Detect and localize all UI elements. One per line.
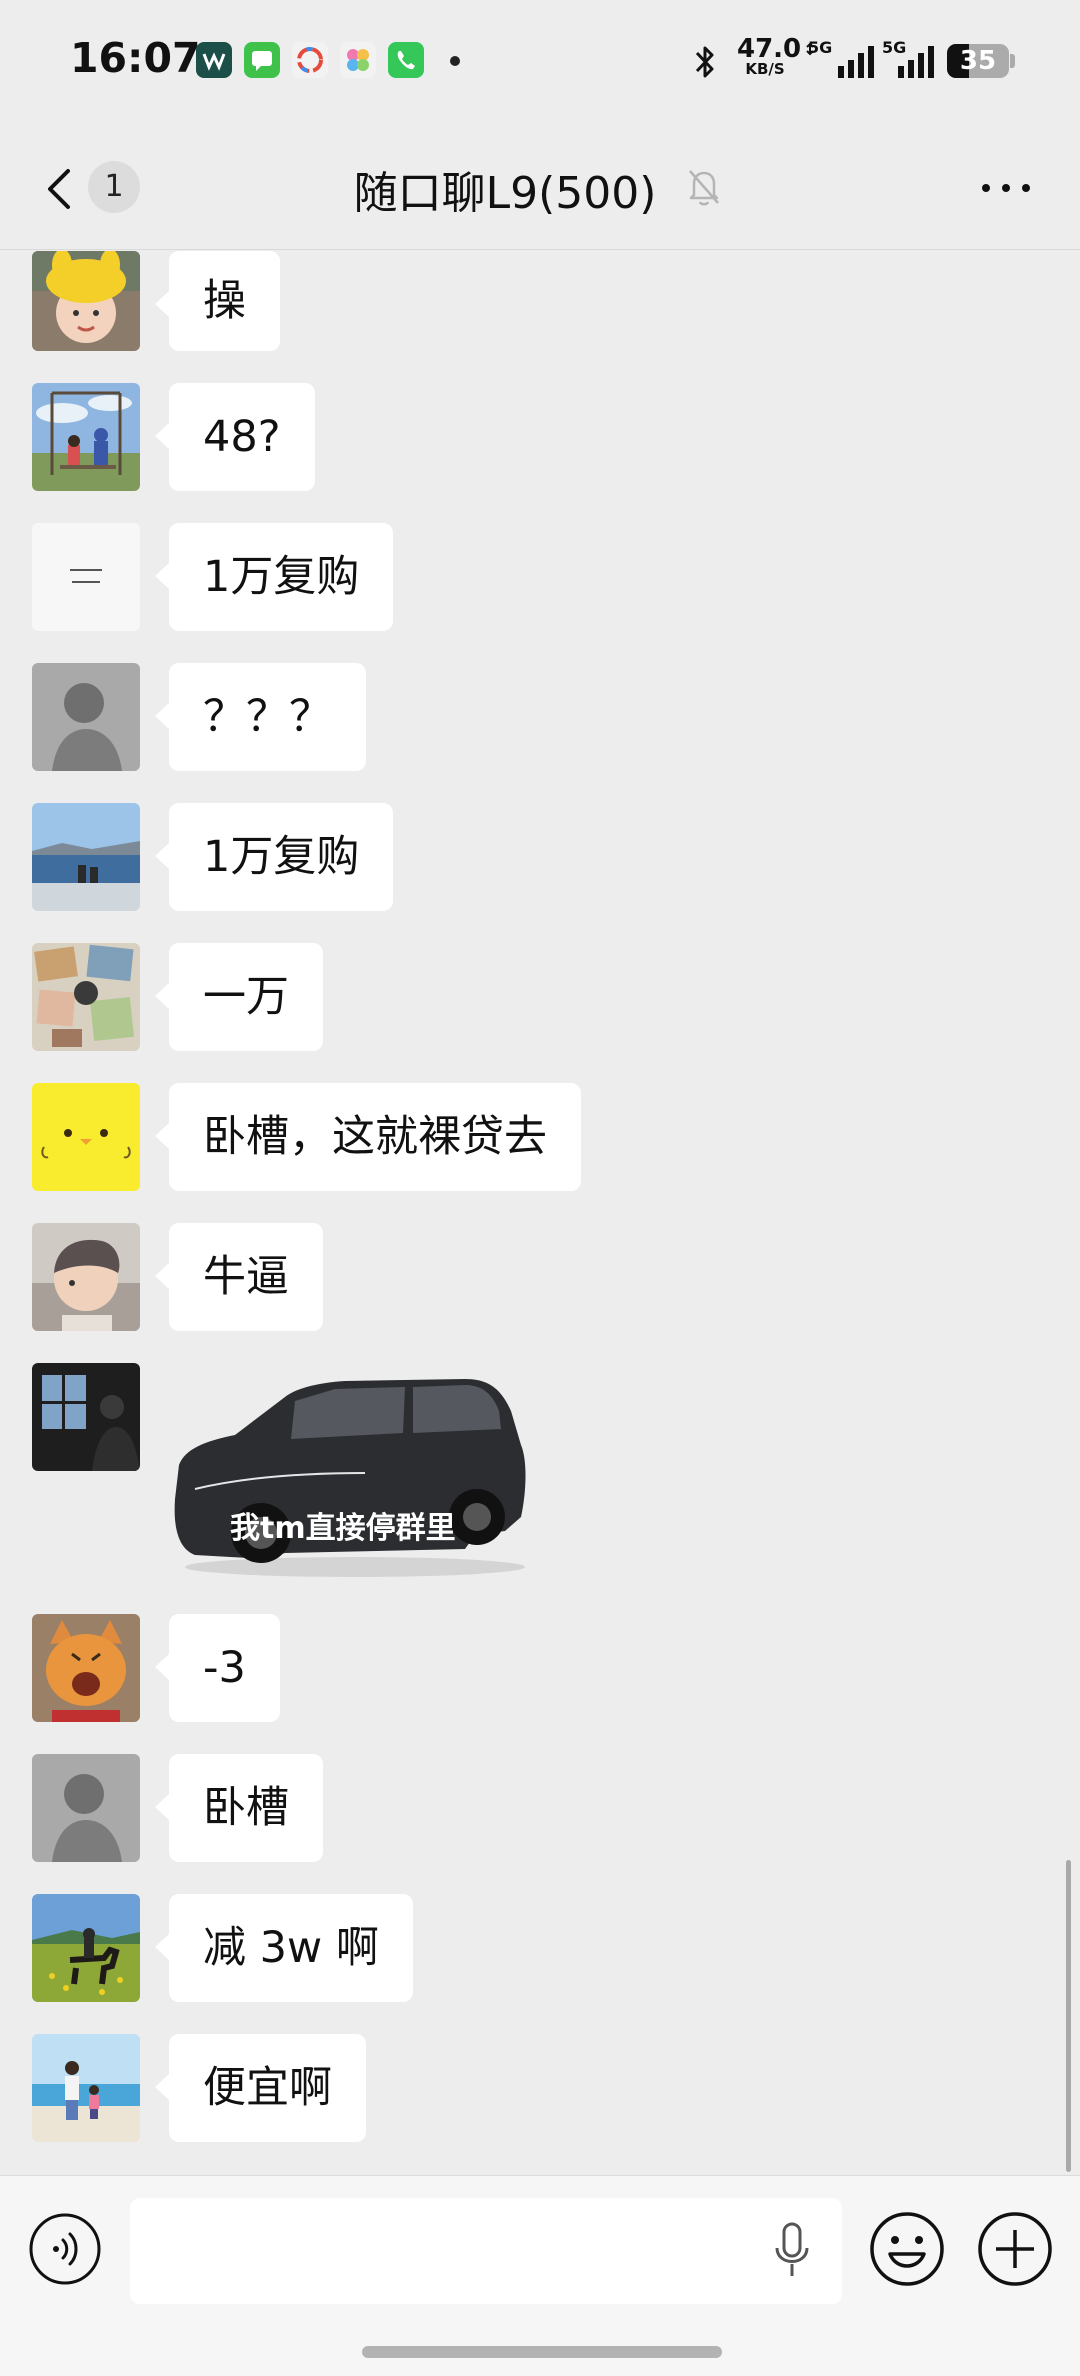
- chat-input-bar: [0, 2175, 1080, 2376]
- avatar-orange-cat[interactable]: [32, 1614, 140, 1722]
- gallery-icon: [340, 42, 376, 78]
- add-attachment-icon[interactable]: [976, 2210, 1054, 2288]
- battery-cap: [1010, 54, 1015, 68]
- net-speed: 47.0 KB/S: [737, 34, 802, 78]
- bluetooth-icon: [695, 46, 714, 78]
- battery-level: 35: [959, 46, 997, 76]
- mute-bell-icon: [689, 170, 719, 206]
- message-bubble[interactable]: 卧槽，这就裸贷去: [155, 1083, 581, 1191]
- sticker-caption: 我tm直接停群里: [230, 1511, 456, 1546]
- status-bar: 16:07 47.0 KB/S 5G 5G 35: [0, 0, 1080, 125]
- message-bubble[interactable]: 牛逼: [155, 1223, 323, 1331]
- signal-2-icon: [898, 46, 934, 78]
- message-bubble[interactable]: 1万复购: [154, 523, 394, 631]
- net-speed-value: 47.0: [737, 34, 802, 64]
- avatar-gray-portrait[interactable]: [32, 1754, 140, 1862]
- avatar-gray-portrait[interactable]: [32, 663, 140, 771]
- message-bubble[interactable]: 减 3w 啊: [155, 1894, 413, 2002]
- message-bubble[interactable]: 便宜啊: [155, 2034, 366, 2142]
- avatar-lake-view[interactable]: [32, 803, 140, 911]
- message-bubble[interactable]: 48?: [155, 383, 315, 491]
- avatar-collage[interactable]: [32, 943, 140, 1051]
- avatar-yellow-hat-child[interactable]: [32, 251, 140, 351]
- message-bubble[interactable]: 操: [155, 251, 280, 351]
- message-list[interactable]: 操 48? 1万复购 ？？？ 1万复购 一万 卧槽，这就裸贷去 牛逼 我tm直接…: [0, 251, 1080, 2175]
- net-speed-unit: KB/S: [745, 60, 785, 78]
- avatar-swing-sky[interactable]: [32, 383, 140, 491]
- message-bubble[interactable]: 卧槽: [155, 1754, 323, 1862]
- avatar-white-text[interactable]: [32, 523, 140, 631]
- home-indicator[interactable]: [362, 2346, 722, 2358]
- voice-input-icon[interactable]: [28, 2212, 102, 2286]
- message-bubble[interactable]: -3: [155, 1614, 280, 1722]
- message-bubble[interactable]: ？？？: [155, 663, 366, 771]
- status-time: 16:07: [70, 34, 201, 82]
- microphone-icon[interactable]: [772, 2220, 812, 2282]
- avatar-window-dark[interactable]: [32, 1363, 140, 1471]
- message-input[interactable]: [130, 2198, 842, 2304]
- signal-1-icon: [806, 42, 874, 78]
- avatar-yellow-chick[interactable]: [32, 1083, 140, 1191]
- notification-dot: [450, 56, 460, 66]
- emoji-icon[interactable]: [868, 2210, 946, 2288]
- more-options-icon[interactable]: [976, 173, 1036, 203]
- avatar-beach-family[interactable]: [32, 2034, 140, 2142]
- scrollbar[interactable]: [1066, 1860, 1071, 2172]
- message-bubble[interactable]: 1万复购: [154, 803, 394, 911]
- message-bubble[interactable]: 一万: [155, 943, 323, 1051]
- chat-header: 1 随口聊L9(500): [0, 125, 1080, 250]
- wps-icon: [196, 42, 232, 78]
- avatar-horse-field[interactable]: [32, 1894, 140, 2002]
- chat-title: 随口聊L9(500): [353, 168, 657, 219]
- messages-icon: [244, 42, 280, 78]
- photos-icon: [292, 42, 328, 78]
- phone-icon: [388, 42, 424, 78]
- avatar-child-haircut[interactable]: [32, 1223, 140, 1331]
- battery-icon: 35: [947, 44, 1009, 78]
